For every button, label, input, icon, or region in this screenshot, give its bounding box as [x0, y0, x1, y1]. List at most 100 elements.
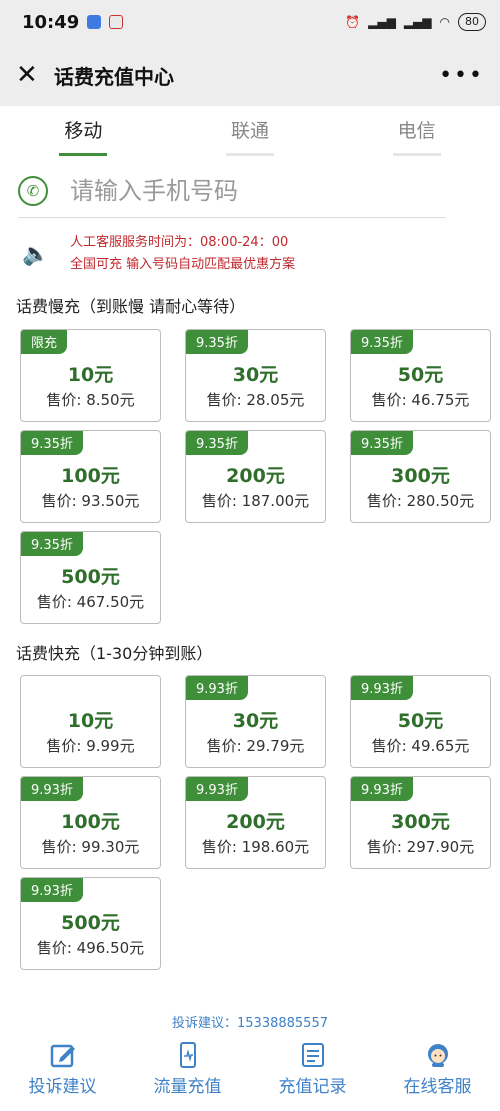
- status-icons: ⏰ ▂▄▆ ▂▄▆ ◠ 80: [345, 13, 486, 31]
- discount-badge: 9.93折: [351, 777, 413, 801]
- nav-complaint[interactable]: 投诉建议: [0, 1036, 125, 1111]
- signal-icon: ▂▄▆: [403, 15, 432, 29]
- nav-label: 充值记录: [278, 1077, 347, 1097]
- recharge-card[interactable]: 9.93折 50元 售价: 49.65元: [350, 675, 491, 768]
- phone-icon: ✆: [18, 175, 48, 206]
- alarm-icon: ⏰: [345, 15, 361, 29]
- face-value: 200元: [226, 465, 285, 487]
- title-bar: ✕ 话费充值中心 •••: [0, 44, 500, 106]
- face-value: 100元: [61, 465, 120, 487]
- sale-price: 售价: 9.99元: [46, 737, 135, 755]
- sale-price: 售价: 46.75元: [371, 391, 470, 409]
- edit-icon: [50, 1044, 75, 1068]
- sale-price: 售价: 99.30元: [41, 838, 140, 856]
- notice-text: 人工客服服务时间为：08:00-24：00 全国可充 输入号码自动匹配最优惠方案: [70, 232, 295, 276]
- tab-telecom[interactable]: 电信: [333, 106, 500, 160]
- sale-price: 售价: 49.65元: [371, 737, 470, 755]
- nav-label: 流量充值: [153, 1077, 222, 1097]
- recharge-card[interactable]: 9.93折 30元 售价: 29.79元: [185, 675, 326, 768]
- tab-indicator: [59, 153, 108, 156]
- discount-badge: 9.93折: [351, 676, 413, 700]
- face-value: 200元: [226, 811, 285, 833]
- more-icon[interactable]: •••: [439, 63, 484, 88]
- service-notice: 🔈 人工客服服务时间为：08:00-24：00 全国可充 输入号码自动匹配最优惠…: [22, 230, 482, 278]
- discount-badge: 9.35折: [21, 431, 83, 455]
- notice-line: 全国可充 输入号码自动匹配最优惠方案: [70, 257, 296, 272]
- wifi-icon: ◠: [439, 15, 450, 29]
- status-time: 10:49: [22, 11, 80, 33]
- tab-unicom[interactable]: 联通: [167, 106, 334, 160]
- complaint-contact[interactable]: 投诉建议：15338885557: [0, 1012, 500, 1031]
- discount-badge: 9.35折: [351, 431, 413, 455]
- sale-price: 售价: 496.50元: [36, 939, 145, 957]
- face-value: 500元: [61, 912, 120, 934]
- sale-price: 售价: 198.60元: [201, 838, 310, 856]
- page-title: 话费充值中心: [54, 64, 174, 89]
- recharge-card[interactable]: 限充 10元 售价: 8.50元: [20, 329, 161, 422]
- recharge-card[interactable]: 9.35折 300元 售价: 280.50元: [350, 430, 491, 523]
- discount-badge: 9.93折: [21, 777, 83, 801]
- discount-badge: 9.93折: [186, 676, 248, 700]
- face-value: 30元: [232, 364, 279, 386]
- discount-badge: 限充: [21, 330, 68, 354]
- service-agent-icon: [427, 1044, 448, 1067]
- tab-label: 移动: [64, 120, 103, 142]
- recharge-card[interactable]: 9.35折 500元 售价: 467.50元: [20, 531, 161, 624]
- discount-badge: 9.35折: [186, 431, 248, 455]
- face-value: 300元: [391, 811, 450, 833]
- tab-indicator: [226, 153, 274, 156]
- tab-label: 联通: [231, 120, 270, 142]
- sale-price: 售价: 8.50元: [46, 391, 135, 409]
- notice-line: 人工客服服务时间为：08:00-24：00: [70, 235, 289, 250]
- phone-input-row: ✆: [18, 164, 446, 218]
- discount-badge: 9.35折: [186, 330, 248, 354]
- phone-data-icon: [179, 1042, 196, 1068]
- signal-icon: ▂▄▆: [368, 15, 396, 29]
- recharge-card[interactable]: 9.93折 500元 售价: 496.50元: [20, 877, 161, 970]
- sale-price: 售价: 29.79元: [206, 737, 305, 755]
- tab-indicator: [392, 153, 441, 156]
- nav-data-recharge[interactable]: 流量充值: [125, 1036, 250, 1111]
- face-value: 10元: [67, 364, 114, 386]
- phone-number-input[interactable]: [70, 176, 430, 205]
- notification-icon: [87, 15, 102, 29]
- tab-mobile[interactable]: 移动: [0, 106, 167, 160]
- battery-icon: 80: [458, 13, 486, 31]
- sale-price: 售价: 93.50元: [41, 492, 140, 510]
- fast-recharge-title: 话费快充（1-30分钟到账）: [16, 644, 213, 663]
- recharge-card[interactable]: 9.93折 300元 售价: 297.90元: [350, 776, 491, 869]
- tab-label: 电信: [397, 120, 436, 142]
- nav-label: 投诉建议: [28, 1077, 97, 1097]
- recharge-card[interactable]: 9.35折 30元 售价: 28.05元: [185, 329, 326, 422]
- recharge-card[interactable]: 9.35折 200元 售价: 187.00元: [185, 430, 326, 523]
- slow-recharge-title: 话费慢充（到账慢 请耐心等待）: [16, 297, 246, 316]
- face-value: 300元: [391, 465, 450, 487]
- discount-badge: 9.35折: [351, 330, 413, 354]
- face-value: 500元: [61, 566, 120, 588]
- record-icon: [301, 1043, 324, 1067]
- recharge-card[interactable]: 9.93折 100元 售价: 99.30元: [20, 776, 161, 869]
- recharge-card[interactable]: 9.93折 200元 售价: 198.60元: [185, 776, 326, 869]
- recharge-card[interactable]: 9.35折 50元 售价: 46.75元: [350, 329, 491, 422]
- recharge-card[interactable]: 9.35折 100元 售价: 93.50元: [20, 430, 161, 523]
- face-value: 30元: [232, 710, 279, 732]
- bottom-nav: 投诉建议 流量充值 充值记录 在线客服: [0, 1036, 500, 1111]
- face-value: 50元: [397, 364, 444, 386]
- recharge-card[interactable]: 10元 售价: 9.99元: [20, 675, 161, 768]
- nav-label: 在线客服: [403, 1077, 472, 1097]
- speaker-icon: 🔈: [22, 241, 50, 267]
- face-value: 50元: [397, 710, 444, 732]
- notification-icon: [109, 15, 124, 29]
- sale-price: 售价: 297.90元: [366, 838, 475, 856]
- face-value: 100元: [61, 811, 120, 833]
- close-icon[interactable]: ✕: [16, 60, 46, 90]
- sale-price: 售价: 28.05元: [206, 391, 305, 409]
- sale-price: 售价: 187.00元: [201, 492, 310, 510]
- sale-price: 售价: 280.50元: [366, 492, 475, 510]
- discount-badge: 9.93折: [186, 777, 248, 801]
- nav-records[interactable]: 充值记录: [250, 1036, 375, 1111]
- carrier-tabs: 移动 联通 电信: [0, 106, 500, 160]
- status-bar: 10:49 ⏰ ▂▄▆ ▂▄▆ ◠ 80: [0, 0, 500, 44]
- nav-online-service[interactable]: 在线客服: [375, 1036, 500, 1111]
- discount-badge: 9.93折: [21, 878, 83, 902]
